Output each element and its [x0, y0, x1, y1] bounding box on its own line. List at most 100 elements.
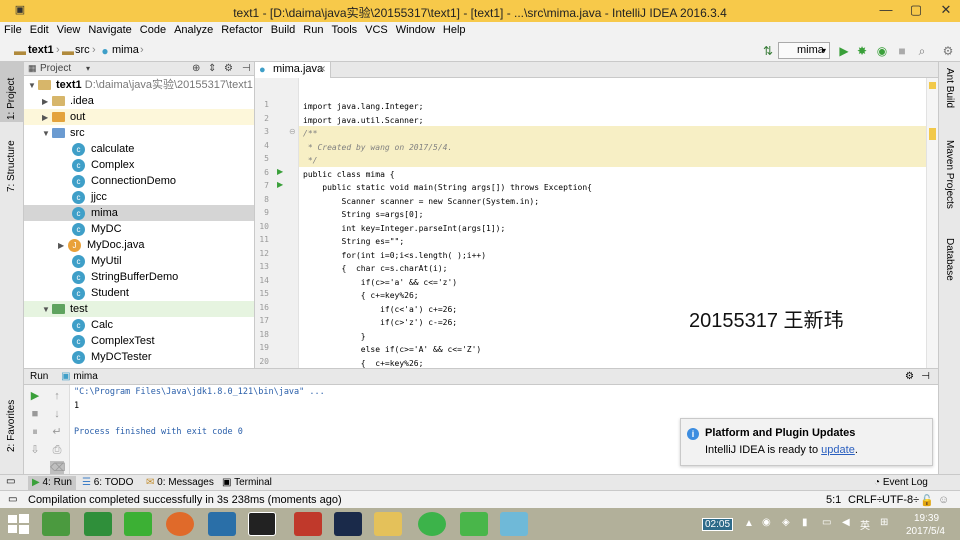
tree-item-out[interactable]: ▶ out — [24, 109, 254, 125]
coverage-icon[interactable]: ◉ — [874, 43, 890, 59]
tree-root[interactable]: ▼ text1 D:\daima\java实验\20155317\text1 — [24, 77, 254, 93]
tab-ant-build[interactable]: Ant Build — [944, 68, 955, 108]
tree-item-myutil[interactable]: c MyUtil — [24, 253, 254, 269]
maximize-button[interactable]: ▢ — [902, 0, 930, 20]
tree-item-stringbufferdemo[interactable]: c StringBufferDemo — [24, 269, 254, 285]
tree-item-student[interactable]: c Student — [24, 285, 254, 301]
stop-icon[interactable]: ■ — [894, 43, 910, 59]
tree-item-test[interactable]: ▼ test — [24, 301, 254, 317]
update-notification[interactable]: i Platform and Plugin Updates IntelliJ I… — [680, 418, 933, 466]
line-separator[interactable]: CRLF÷ — [848, 494, 883, 506]
tab-maven-projects[interactable]: Maven Projects — [944, 140, 955, 209]
tree-item-idea[interactable]: ▶ .idea — [24, 93, 254, 109]
app-icon[interactable] — [42, 512, 70, 536]
code-area[interactable]: import java.lang.Integer; import java.ut… — [299, 78, 926, 368]
tree-item-calc[interactable]: c Calc — [24, 317, 254, 333]
ime-indicator[interactable]: 英 — [860, 517, 870, 532]
cursor-position[interactable]: 5:1 — [826, 494, 841, 506]
tab-favorites[interactable]: 2: Favorites — [6, 400, 17, 452]
clear-icon[interactable]: ⌫ — [50, 461, 66, 475]
tree-item-src[interactable]: ▼ src — [24, 125, 254, 141]
search-icon[interactable]: ⌕ — [914, 43, 930, 59]
editor-scrollbar[interactable] — [926, 78, 938, 368]
tree-item-mydctester[interactable]: c MyDCTester — [24, 349, 254, 365]
close-button[interactable]: ✕ — [932, 0, 960, 20]
gear-icon[interactable]: ⚙ — [905, 369, 914, 384]
hide-panel-icon[interactable]: ⊣ — [921, 369, 930, 384]
menu-run[interactable]: Run — [299, 22, 327, 36]
stop-icon[interactable]: ■ — [28, 407, 42, 421]
menu-tools[interactable]: Tools — [327, 22, 361, 36]
tray-app-icon[interactable]: ◉ — [762, 517, 771, 528]
network-icon[interactable]: ▮ — [802, 517, 808, 528]
run-panel-config[interactable]: mima — [73, 371, 97, 382]
run-gutter-icon[interactable]: ▶ — [277, 180, 283, 189]
store-icon[interactable] — [84, 512, 112, 536]
volume-icon[interactable]: ◀ — [842, 517, 850, 528]
menu-vcs[interactable]: VCS — [361, 22, 392, 36]
app-icon[interactable] — [500, 512, 528, 536]
menu-edit[interactable]: Edit — [26, 22, 53, 36]
tool-tab-run[interactable]: ▶ 4: Run — [28, 476, 76, 490]
clock-date[interactable]: 2017/5/4 — [906, 526, 945, 537]
build-icon[interactable]: ⇅ — [760, 43, 776, 59]
tree-item-mydoc[interactable]: ▶ J MyDoc.java — [24, 237, 254, 253]
tab-mima-java[interactable]: ● mima.java ✕ — [255, 62, 331, 78]
debug-icon[interactable]: ✸ — [854, 43, 870, 59]
tree-item-mima[interactable]: c mima — [24, 205, 254, 221]
run-icon[interactable]: ▶ — [836, 43, 852, 59]
tree-item-connectiondemo[interactable]: c ConnectionDemo — [24, 173, 254, 189]
tool-tab-todo[interactable]: ☰ 6: TODO — [82, 476, 133, 490]
hide-panel-icon[interactable]: ⊣ — [242, 62, 251, 75]
tree-item-calculate[interactable]: c calculate — [24, 141, 254, 157]
keyboard-icon[interactable]: ⊞ — [880, 517, 888, 528]
pause-icon[interactable]: ⏸ — [28, 425, 42, 439]
warning-marker[interactable] — [929, 128, 936, 140]
print-icon[interactable]: ⎙ — [50, 443, 64, 457]
scroll-from-source-icon[interactable]: ⇕ — [208, 62, 216, 75]
menu-navigate[interactable]: Navigate — [84, 22, 135, 36]
lock-icon[interactable]: 🔓 — [920, 494, 934, 507]
file-encoding[interactable]: UTF-8÷ — [882, 494, 919, 506]
rerun-icon[interactable]: ▶ — [28, 389, 42, 403]
menu-code[interactable]: Code — [136, 22, 170, 36]
tool-tab-terminal[interactable]: ▣ Terminal — [222, 476, 272, 490]
collapse-all-icon[interactable]: ⊕ — [192, 62, 200, 75]
battery-icon[interactable]: ▭ — [822, 517, 831, 528]
tab-project[interactable]: 1: Project — [6, 78, 17, 120]
minimize-button[interactable]: — — [872, 0, 900, 20]
chevron-down-icon[interactable]: ▾ — [86, 62, 90, 75]
settings-icon[interactable]: ⚙ — [940, 43, 956, 59]
tray-app-icon[interactable]: ◈ — [782, 517, 790, 528]
browser-icon[interactable] — [418, 512, 446, 536]
breadcrumb-src[interactable]: src — [75, 44, 90, 56]
tab-database[interactable]: Database — [944, 238, 955, 281]
breadcrumb-mima[interactable]: mima — [112, 44, 139, 56]
soft-wrap-icon[interactable]: ↵ — [50, 425, 64, 439]
project-panel-title[interactable]: Project — [40, 63, 71, 74]
menu-view[interactable]: View — [53, 22, 85, 36]
tree-item-jjcc[interactable]: c jjcc — [24, 189, 254, 205]
menu-build[interactable]: Build — [267, 22, 299, 36]
run-gutter-icon[interactable]: ▶ — [277, 167, 283, 176]
clock-time[interactable]: 19:39 — [914, 513, 939, 524]
menu-refactor[interactable]: Refactor — [217, 22, 267, 36]
start-icon[interactable] — [6, 512, 34, 536]
explorer-icon[interactable] — [374, 512, 402, 536]
game-icon[interactable] — [334, 512, 362, 536]
tool-tab-event-log[interactable]: ◔ Event Log — [874, 476, 928, 490]
wechat-icon[interactable] — [460, 512, 488, 536]
tool-tab-messages[interactable]: ✉ 0: Messages — [146, 476, 214, 490]
gear-icon[interactable]: ⚙ — [224, 62, 233, 75]
intellij-icon[interactable] — [248, 512, 276, 536]
expand-tray-icon[interactable]: ▲ — [744, 518, 754, 529]
status-icon[interactable]: ▭ — [8, 494, 17, 505]
iqiyi-icon[interactable] — [124, 512, 152, 536]
breadcrumb-project[interactable]: text1 — [28, 44, 54, 56]
tree-item-mydc[interactable]: c MyDC — [24, 221, 254, 237]
menu-help[interactable]: Help — [439, 22, 470, 36]
update-link[interactable]: update — [821, 444, 855, 456]
inspector-icon[interactable]: ☺ — [938, 494, 949, 506]
menu-analyze[interactable]: Analyze — [170, 22, 217, 36]
clock-badge[interactable]: 02:05 — [702, 518, 734, 531]
